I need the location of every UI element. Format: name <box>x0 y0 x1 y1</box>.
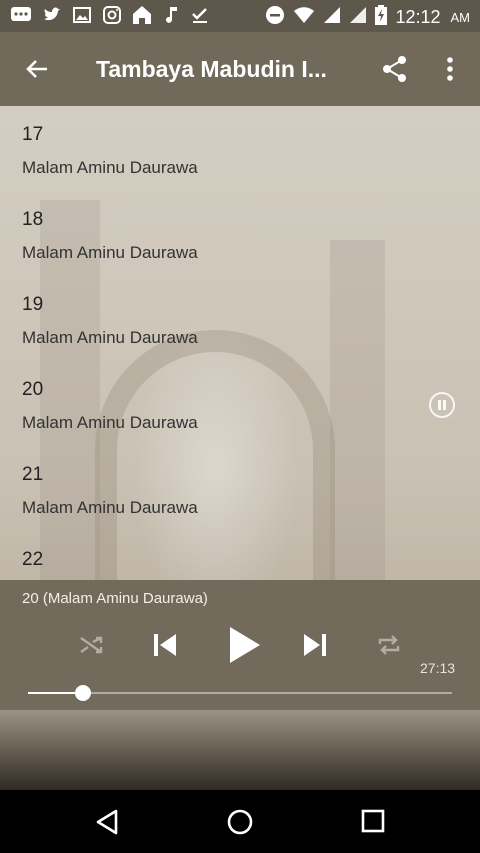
player-panel: 20 (Malam Aminu Daurawa) 27:13 <box>0 580 480 710</box>
nav-home-icon[interactable] <box>226 808 254 841</box>
twitter-icon <box>42 5 62 30</box>
chat-icon <box>10 5 32 30</box>
more-vert-icon[interactable] <box>440 54 460 84</box>
home-icon <box>132 5 152 30</box>
track-number: 20 <box>22 379 44 400</box>
repeat-icon[interactable] <box>376 632 402 663</box>
list-item[interactable]: 19 Malam Aminu Daurawa <box>0 276 480 361</box>
list-item[interactable]: 18 Malam Aminu Daurawa <box>0 191 480 276</box>
list-item[interactable]: 21 Malam Aminu Daurawa <box>0 446 480 531</box>
track-artist: Malam Aminu Daurawa <box>22 328 198 347</box>
clock-ampm: AM <box>450 10 471 25</box>
do-not-disturb-icon <box>265 5 285 30</box>
list-item[interactable]: 22 <box>0 531 480 580</box>
track-list: 17 Malam Aminu Daurawa 18 Malam Aminu Da… <box>0 106 480 580</box>
share-icon[interactable] <box>380 54 410 84</box>
download-done-icon <box>190 5 210 30</box>
signal-icon <box>349 5 367 30</box>
status-bar: 12:12 AM <box>0 0 480 32</box>
app-bar: Tambaya Mabudin I... <box>0 32 480 106</box>
seek-bar-thumb[interactable] <box>75 685 92 701</box>
navigation-bar <box>0 790 480 853</box>
track-number: 19 <box>22 294 44 315</box>
skip-next-icon[interactable] <box>300 630 330 665</box>
track-number: 18 <box>22 209 44 230</box>
nav-recents-icon[interactable] <box>361 809 385 838</box>
clock-time: 12:12 <box>395 7 441 27</box>
track-number: 21 <box>22 464 44 485</box>
play-icon[interactable] <box>224 624 264 671</box>
skip-previous-icon[interactable] <box>150 630 180 665</box>
back-arrow-icon[interactable] <box>22 54 52 84</box>
track-number: 17 <box>22 124 44 145</box>
background-bottom <box>0 710 480 790</box>
track-artist: Malam Aminu Daurawa <box>22 243 198 262</box>
track-number: 22 <box>22 549 44 570</box>
music-note-icon <box>162 5 180 30</box>
shuffle-icon[interactable] <box>78 632 104 663</box>
battery-charging-icon <box>375 5 388 30</box>
track-artist: Malam Aminu Daurawa <box>22 498 198 517</box>
track-artist: Malam Aminu Daurawa <box>22 158 198 177</box>
image-icon <box>72 5 92 30</box>
track-duration: 27:13 <box>420 660 456 676</box>
seek-bar[interactable] <box>28 685 452 701</box>
pause-indicator-icon[interactable] <box>429 392 455 418</box>
track-artist: Malam Aminu Daurawa <box>22 413 198 432</box>
now-playing-label: 20 (Malam Aminu Daurawa) <box>22 590 208 607</box>
wifi-icon <box>293 5 315 30</box>
page-title: Tambaya Mabudin I... <box>96 56 327 82</box>
list-item[interactable]: 17 Malam Aminu Daurawa <box>0 106 480 191</box>
instagram-icon <box>102 5 122 30</box>
nav-back-icon[interactable] <box>94 808 120 841</box>
list-item[interactable]: 20 Malam Aminu Daurawa <box>0 361 480 446</box>
signal-icon <box>323 5 341 30</box>
